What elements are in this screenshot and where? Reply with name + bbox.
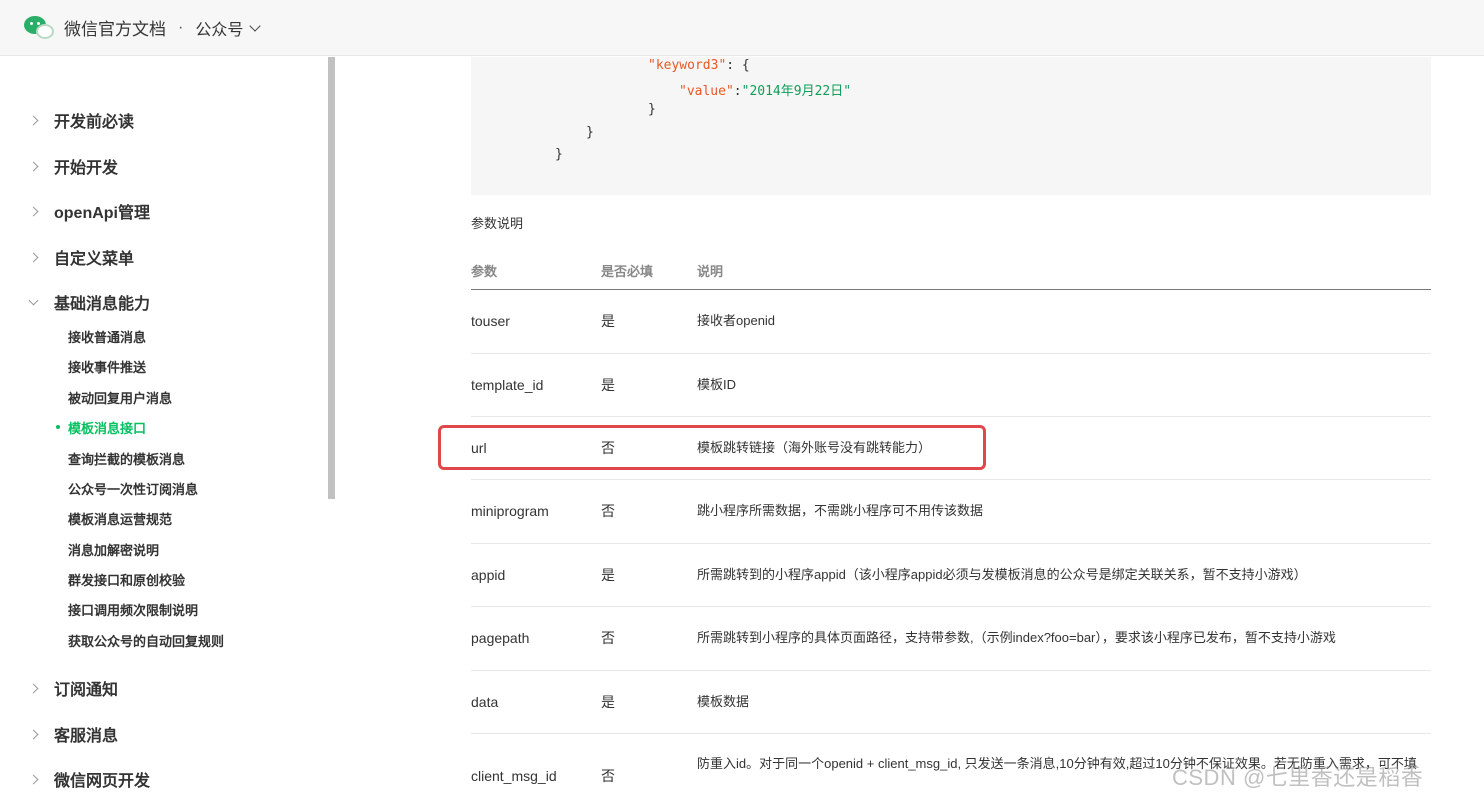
code-string: "2014年9月22日" bbox=[741, 84, 852, 99]
param-required: 否 bbox=[601, 503, 615, 519]
chevron-right-icon bbox=[28, 729, 39, 739]
param-name: template_id bbox=[471, 377, 544, 393]
sidebar-item-encryption[interactable]: 消息加解密说明 bbox=[68, 540, 159, 559]
table-row: pagepath 否 所需跳转到小程序的具体页面路径，支持带参数,（示例inde… bbox=[471, 607, 1431, 671]
sidebar-group-custom-menu[interactable]: 自定义菜单 bbox=[28, 245, 135, 269]
param-required: 是 bbox=[601, 313, 615, 329]
param-description: 模板ID bbox=[697, 377, 737, 392]
column-header-description: 说明 bbox=[697, 264, 724, 279]
code-line: } bbox=[648, 102, 656, 117]
param-description: 跳小程序所需数据，不需跳小程序可不用传该数据 bbox=[697, 503, 984, 518]
brand-title[interactable]: 微信官方文档 bbox=[64, 15, 166, 40]
sidebar-group-customer-service[interactable]: 客服消息 bbox=[28, 722, 119, 746]
active-indicator-icon bbox=[56, 425, 60, 429]
chevron-right-icon bbox=[28, 683, 39, 693]
table-row: touser 是 接收者openid bbox=[471, 290, 1431, 354]
code-block: "keyword3": { "value":"2014年9月22日" } } } bbox=[471, 57, 1431, 195]
sidebar-group-start-dev[interactable]: 开始开发 bbox=[28, 154, 119, 178]
param-required: 是 bbox=[601, 377, 615, 393]
param-name: touser bbox=[471, 313, 510, 329]
chevron-down-icon bbox=[249, 19, 262, 32]
code-line: "keyword3": { bbox=[648, 58, 750, 73]
table-row: template_id 是 模板ID bbox=[471, 354, 1431, 417]
sidebar-group-openapi[interactable]: openApi管理 bbox=[28, 199, 150, 223]
wechat-logo-icon[interactable] bbox=[24, 14, 56, 42]
breadcrumb-separator: · bbox=[178, 18, 184, 36]
sidebar-item-template-message[interactable]: 模板消息接口 bbox=[68, 418, 146, 437]
param-description: 所需跳转到小程序的具体页面路径，支持带参数,（示例index?foo=bar），… bbox=[697, 630, 1336, 645]
chevron-down-icon bbox=[28, 295, 39, 305]
param-name: client_msg_id bbox=[471, 768, 557, 784]
highlight-box bbox=[438, 425, 986, 470]
table-row: appid 是 所需跳转到的小程序appid（该小程序appid必须与发模板消息… bbox=[471, 544, 1431, 607]
sidebar-group-subscribe-notify[interactable]: 订阅通知 bbox=[28, 676, 119, 700]
params-title: 参数说明 bbox=[471, 216, 524, 231]
chevron-right-icon bbox=[28, 774, 39, 784]
code-line: "value":"2014年9月22日" bbox=[679, 80, 851, 99]
sidebar-item-rate-limit[interactable]: 接口调用频次限制说明 bbox=[68, 600, 198, 619]
sidebar-group-label: 基础消息能力 bbox=[54, 296, 151, 313]
sidebar-item-template-rules[interactable]: 模板消息运营规范 bbox=[68, 509, 172, 528]
param-name: appid bbox=[471, 567, 506, 583]
param-description: 模板数据 bbox=[697, 694, 750, 709]
sidebar-group-label: 订阅通知 bbox=[54, 682, 119, 699]
chevron-right-icon bbox=[28, 252, 39, 262]
param-name: miniprogram bbox=[471, 503, 549, 519]
code-line: } bbox=[555, 147, 563, 162]
watermark: CSDN @七里香还是稻香 bbox=[1172, 765, 1424, 790]
chevron-right-icon bbox=[28, 161, 39, 171]
sidebar-group-label: openApi管理 bbox=[54, 205, 150, 222]
param-description: 接收者openid bbox=[697, 313, 776, 328]
chevron-right-icon bbox=[28, 115, 39, 125]
sidebar-item-blocked-template[interactable]: 查询拦截的模板消息 bbox=[68, 449, 185, 468]
column-header-required: 是否必填 bbox=[601, 264, 654, 279]
code-key: "keyword3" bbox=[648, 58, 727, 73]
sidebar-scrollbar[interactable] bbox=[328, 57, 335, 499]
param-required: 是 bbox=[601, 567, 615, 583]
param-name: pagepath bbox=[471, 630, 530, 646]
params-table-header: 参数 是否必填 说明 bbox=[471, 258, 1431, 290]
param-name: data bbox=[471, 694, 499, 710]
sidebar-group-label: 自定义菜单 bbox=[54, 251, 135, 268]
sidebar-group-web-dev[interactable]: 微信网页开发 bbox=[28, 767, 151, 791]
sidebar-item-auto-reply-rules[interactable]: 获取公众号的自动回复规则 bbox=[68, 631, 224, 650]
sidebar-group-label: 客服消息 bbox=[54, 728, 119, 745]
sidebar-item-passive-reply[interactable]: 被动回复用户消息 bbox=[68, 388, 172, 407]
section-label: 公众号 bbox=[195, 21, 244, 39]
code-punct: : { bbox=[726, 58, 750, 73]
top-bar: 微信官方文档 · 公众号 bbox=[0, 0, 1484, 56]
sidebar-group-label: 开始开发 bbox=[54, 160, 119, 177]
param-required: 否 bbox=[601, 630, 615, 646]
param-required: 是 bbox=[601, 694, 615, 710]
param-description: 所需跳转到的小程序appid（该小程序appid必须与发模板消息的公众号是绑定关… bbox=[697, 567, 1307, 582]
sidebar-item-mass-send[interactable]: 群发接口和原创校验 bbox=[68, 570, 185, 589]
sidebar-group-basic-message[interactable]: 基础消息能力 bbox=[28, 290, 151, 314]
code-punct: : bbox=[733, 84, 742, 99]
code-line: } bbox=[586, 125, 594, 140]
sidebar-item-event-push[interactable]: 接收事件推送 bbox=[68, 357, 146, 376]
sidebar-item-receive-message[interactable]: 接收普通消息 bbox=[68, 327, 146, 346]
table-row: data 是 模板数据 bbox=[471, 671, 1431, 734]
sidebar-group-label: 开发前必读 bbox=[54, 114, 135, 131]
table-row: miniprogram 否 跳小程序所需数据，不需跳小程序可不用传该数据 bbox=[471, 480, 1431, 544]
sidebar-group-label: 微信网页开发 bbox=[54, 773, 151, 790]
code-key: "value" bbox=[679, 84, 734, 99]
section-dropdown[interactable]: 公众号 bbox=[195, 16, 262, 40]
column-header-param: 参数 bbox=[471, 264, 498, 279]
sidebar-group-dev-prereq[interactable]: 开发前必读 bbox=[28, 108, 135, 132]
param-required: 否 bbox=[601, 768, 615, 784]
sidebar-item-one-time-subscribe[interactable]: 公众号一次性订阅消息 bbox=[68, 479, 198, 498]
chevron-right-icon bbox=[28, 206, 39, 216]
